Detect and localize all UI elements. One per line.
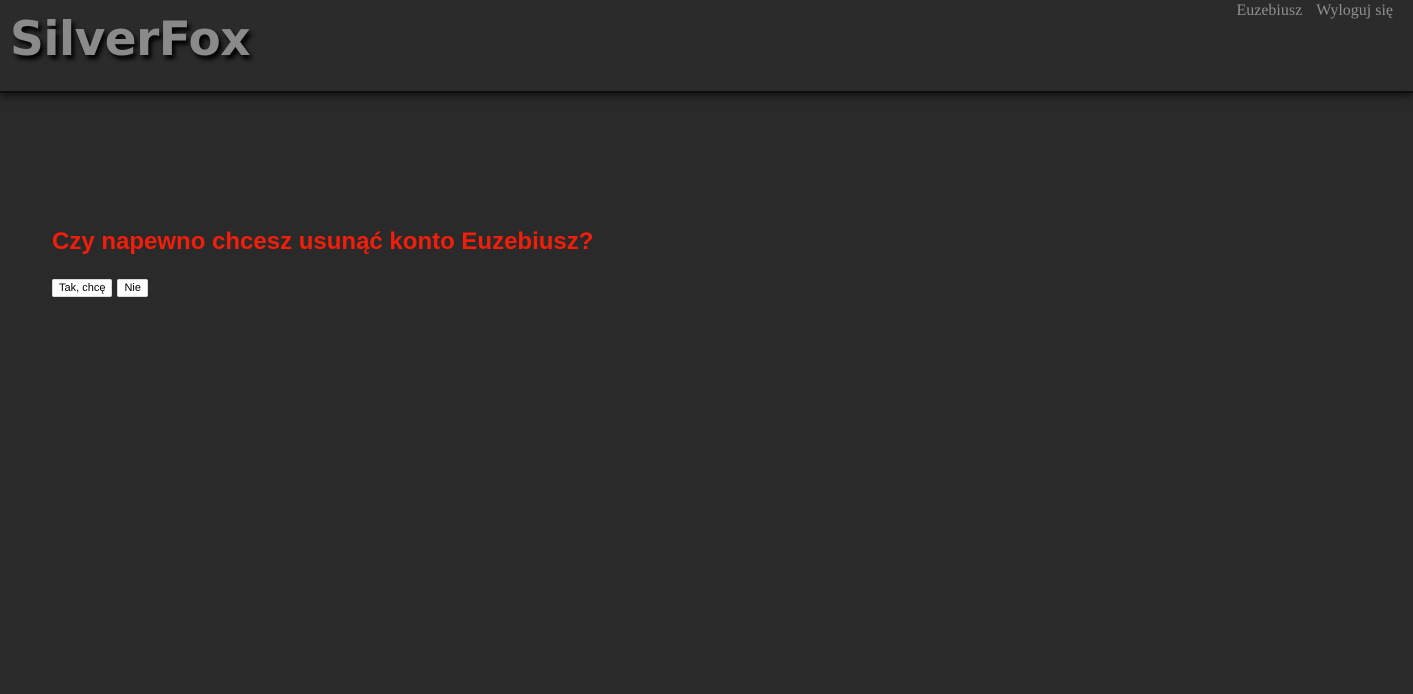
- confirm-delete-button[interactable]: Tak, chcę: [52, 279, 113, 297]
- delete-account-question: Czy napewno chcesz usunąć konto Euzebius…: [52, 228, 594, 255]
- site-logo[interactable]: SilverFox: [10, 10, 251, 70]
- cancel-delete-button[interactable]: Nie: [117, 279, 148, 297]
- user-profile-link[interactable]: Euzebiusz: [1236, 2, 1302, 20]
- logout-link[interactable]: Wyloguj się: [1316, 2, 1393, 20]
- site-header: SilverFox Euzebiusz Wyloguj się: [0, 0, 1413, 93]
- confirm-actions: Tak, chcę Nie: [52, 279, 148, 297]
- user-nav: Euzebiusz Wyloguj się: [1236, 2, 1393, 20]
